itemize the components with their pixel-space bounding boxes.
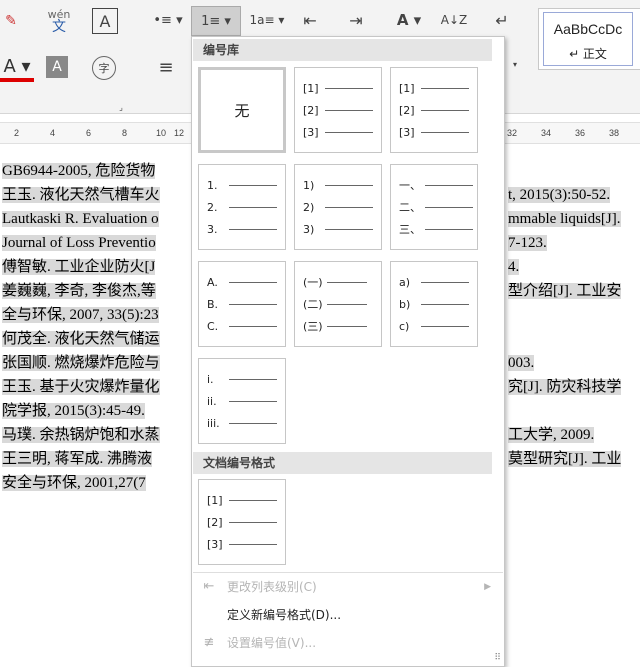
style-name: ↵ 正文 [569,47,607,61]
section-header-library: 编号库 [193,39,492,61]
numbering-button[interactable]: 1≡ ▾ [191,6,241,36]
set-value-icon: ≢ [203,635,215,650]
numbering-tile-chinese-paren[interactable]: (一) (二) (三) [294,261,382,347]
text-direction-button[interactable]: A ▾ [393,8,425,32]
numbering-tile-upper-alpha[interactable]: A. B. C. [198,261,286,347]
doc-line: 王玉. 基于火灾爆炸量化 [2,379,160,395]
doc-line: 全与环保, 2007, 33(5):23 [2,307,159,323]
doc-line-right: 型介绍[J]. 工业安 [508,283,622,299]
ruler-tick: 36 [575,128,586,138]
doc-line: Lautkaski R. Evaluation o [2,211,159,227]
doc-line-right: 4. [508,259,520,275]
section-header-document-formats: 文档编号格式 [193,452,492,474]
increase-indent-button[interactable]: ⇥ [343,8,369,32]
doc-line-right: t, 2015(3):50-52. [508,187,611,203]
doc-line: 院学报, 2015(3):45-49. [2,403,145,419]
doc-line-right: 003. [508,355,535,371]
doc-line-right: 7-123. [508,235,547,251]
character-shading-button[interactable]: A [46,56,68,78]
none-label: 无 [234,101,250,120]
style-sample: AaBbCcDc [553,21,623,37]
set-numbering-value-item[interactable]: ≢ 设置编号值(V)... [193,629,503,657]
doc-line: 安全与环保, 2001,27(7 [2,475,146,491]
doc-line: Journal of Loss Preventio [2,235,156,251]
decrease-indent-button[interactable]: ⇤ [297,8,323,32]
doc-line-right: 莫型研究[J]. 工业 [508,451,622,467]
font-color-button[interactable]: A ▾ [0,54,34,82]
ruler-tick: 6 [86,128,92,138]
define-new-number-format-item[interactable]: 定义新编号格式(D)... [193,601,503,629]
numbering-tile-none[interactable]: 无 [198,67,286,153]
doc-line: 马璞. 余热锅炉饱和水蒸 [2,427,160,443]
doc-line: 傅智敏. 工业企业防火[J [2,259,156,275]
ruler-tick: 10 [156,128,167,138]
bullets-button[interactable]: •≡ ▾ [150,8,186,32]
align-button[interactable]: ≡ [155,56,177,78]
list-level-icon: ⇤ [203,579,215,594]
numbering-tile-paren[interactable]: 1) 2) 3) [294,164,382,250]
ruler-tick: 2 [14,128,20,138]
change-list-level-item[interactable]: ⇤ 更改列表级别(C) ▶ [193,573,503,601]
doc-line: 王玉. 液化天然气槽车火 [2,187,160,203]
doc-line-right: mmable liquids[J]. [508,211,621,227]
numbering-tile-bracket[interactable]: [1] [2] [3] [294,67,382,153]
ruler-tick: 12 [174,128,185,138]
ruler-tick: 34 [541,128,552,138]
ruler-tick: 32 [507,128,518,138]
define-new-number-format-label: 定义新编号格式(D)... [227,608,342,622]
doc-line: 王三明, 蒋军成. 沸腾液 [2,451,153,467]
doc-line: 姜巍巍, 李奇, 李俊杰,等 [2,283,156,299]
ruler-tick: 4 [50,128,56,138]
numbering-tile-chinese[interactable]: 一、 二、 三、 [390,164,478,250]
styles-gallery[interactable]: AaBbCcDc ↵ 正文 [538,8,640,70]
clear-format-button[interactable]: ✎ [0,8,22,34]
doc-line: GB6944-2005, 危险货物 [2,163,156,179]
doc-line-right: 工大学, 2009. [508,427,595,443]
set-numbering-value-label: 设置编号值(V)... [227,636,317,650]
dropdown-arrow-icon[interactable]: ▾ [510,58,520,70]
numbering-tile-dot[interactable]: 1. 2. 3. [198,164,286,250]
doc-line-right: 究[J]. 防灾科技学 [508,379,622,395]
show-marks-button[interactable]: ↵ [489,8,515,32]
doc-line: 何茂全. 液化天然气储运 [2,331,160,347]
numbering-tile-bracket-2[interactable]: [1] [2] [3] [390,67,478,153]
phonetic-guide-button[interactable]: wén 文 [44,6,74,36]
enclose-characters-button[interactable]: 字 [92,56,116,80]
ruler-tick: 8 [122,128,128,138]
doc-line: 张国顺. 燃烧爆炸危险与 [2,355,160,371]
ruler-tick: 38 [609,128,620,138]
multilevel-list-button[interactable]: 1a≡ ▾ [249,8,285,32]
numbering-tile-lower-alpha[interactable]: a) b) c) [390,261,478,347]
numbering-tile-roman[interactable]: i. ii. iii. [198,358,286,444]
change-list-level-label: 更改列表级别(C) [227,580,317,594]
submenu-arrow-icon: ▶ [484,582,491,592]
document-numbering-tile[interactable]: [1] [2] [3] [198,479,286,565]
style-normal[interactable]: AaBbCcDc ↵ 正文 [543,12,633,66]
resize-grip-icon[interactable]: ⠿ [494,653,501,663]
character-border-button[interactable]: A [92,8,118,34]
sort-button[interactable]: A↓Z [441,8,467,32]
numbering-dropdown: 编号库 无 [1] [2] [3] [1] [2] [3] 1. 2. 3. 1… [191,36,505,667]
paragraph-dialog-launcher[interactable]: ⌟ [116,102,126,112]
